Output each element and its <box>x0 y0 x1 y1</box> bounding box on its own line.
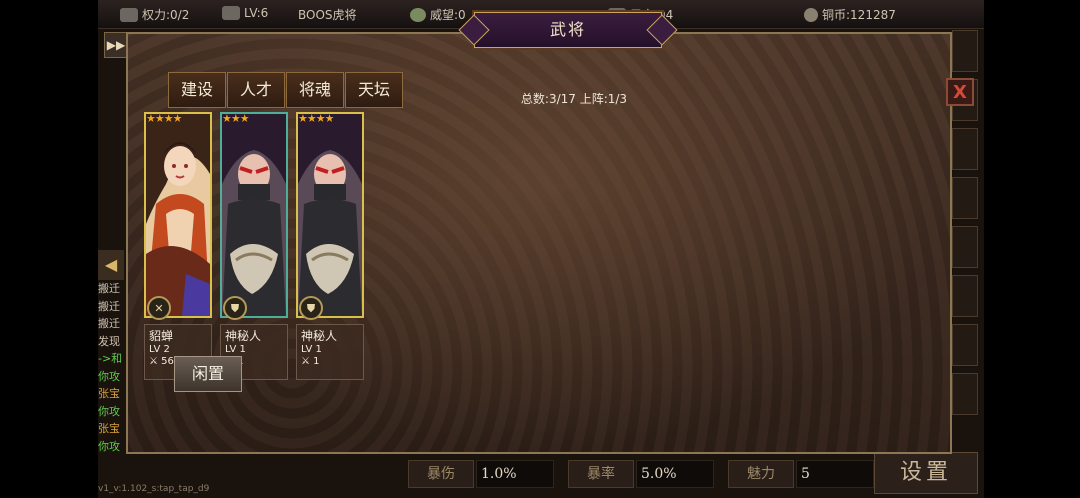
right-menu-slot[interactable] <box>952 373 978 415</box>
general-summary: 总数:3/17 上阵:1/3 <box>520 92 628 106</box>
right-menu-slot[interactable] <box>952 30 978 72</box>
prestige-stat: 威望:0 <box>410 6 466 23</box>
crossed-swords-icon: ⚔ <box>301 356 314 367</box>
hero-name: 神秘人 <box>301 329 338 343</box>
settings-button[interactable]: 设置 <box>874 452 978 494</box>
hero-name: 神秘人 <box>225 329 262 343</box>
tab-altar[interactable]: 天坛 <box>345 72 403 108</box>
battle-log: 搬迁 搬迁 搬迁 发现 ->和 你攻 张宝 你攻 张宝 你攻 <box>98 280 128 470</box>
hero-stars: ★★★ <box>222 112 250 125</box>
log-line: 搬迁 <box>98 282 120 295</box>
log-line: 搬迁 <box>98 317 120 330</box>
log-line: 你攻 <box>98 369 120 383</box>
avatar-icon <box>222 6 240 20</box>
tab-talent[interactable]: 人才 <box>227 72 285 108</box>
game-screen: 权力:0/2 LV:6 BOOS虎将 威望:0 元宝:94 铜币:121287 … <box>98 0 984 498</box>
power-stat: 权力:0/2 <box>120 6 189 23</box>
dialog-tabs: 建设 人才 将魂 天坛 <box>168 72 404 108</box>
log-line: 搬迁 <box>98 299 120 313</box>
hero-stars: ★★★★ <box>298 112 334 125</box>
log-line: 张宝 <box>98 387 120 400</box>
hero-info: 神秘人 LV 1 ⚔ 1 <box>296 324 364 380</box>
right-menu-slot[interactable] <box>952 128 978 170</box>
right-menu-slot[interactable] <box>952 275 978 317</box>
log-line: ->和 <box>98 352 123 365</box>
coin-icon <box>804 8 818 22</box>
tab-build[interactable]: 建设 <box>168 72 226 108</box>
right-menu-slot[interactable] <box>952 226 978 268</box>
collapse-arrow-icon[interactable]: ◀ <box>98 250 124 280</box>
hero-stars: ★★★★ <box>146 112 182 125</box>
rank-stat: BOOS虎将 <box>298 8 357 22</box>
yin-yang-icon <box>410 8 426 22</box>
hero-name: 貂蝉 <box>149 329 174 343</box>
hero-card[interactable]: ★★★★ ⛊ 神秘人 LV 1 ⚔ 1 <box>296 112 364 380</box>
dialog-title: 武将 <box>474 12 662 48</box>
shield-class-icon: ⛊ <box>223 296 247 320</box>
attribute-bar: 暴伤 1.0% 暴率 5.0% 魅力 5 <box>408 456 874 490</box>
tab-soul[interactable]: 将魂 <box>286 72 344 108</box>
copper-stat: 铜币:121287 <box>804 6 896 23</box>
hero-portrait <box>296 112 364 318</box>
hero-portrait <box>144 112 212 318</box>
hero-card[interactable]: ★★★★ ✕ 貂蝉 LV 2 ⚔ 56 <box>144 112 212 380</box>
close-button[interactable]: X <box>946 78 974 106</box>
log-line: 你攻 <box>98 439 120 453</box>
shield-class-icon: ⛊ <box>299 296 323 320</box>
log-line: 你攻 <box>98 404 120 418</box>
right-menu-slot[interactable] <box>952 177 978 219</box>
level-stat: LV:6 <box>222 6 268 20</box>
flag-icon <box>120 8 138 22</box>
hero-level: LV 1 <box>225 344 246 355</box>
fast-forward-button[interactable]: ▶▶ <box>104 32 128 58</box>
sword-class-icon: ✕ <box>147 296 171 320</box>
crossed-swords-icon: ⚔ <box>149 356 162 367</box>
hero-level: LV 2 <box>149 344 170 355</box>
hero-power: ⚔ 1 <box>301 356 320 367</box>
log-line: 发现 <box>98 334 120 348</box>
log-line: 张宝 <box>98 422 120 435</box>
generals-dialog: 建设 人才 将魂 天坛 总数:3/17 上阵:1/3 X ★★★★ ✕ 貂蝉 L… <box>126 32 974 454</box>
hero-card[interactable]: ★★★ ⛊ 神秘人 LV 1 ⚔ 1 <box>220 112 288 380</box>
hero-portrait <box>220 112 288 318</box>
idle-button[interactable]: 闲置 <box>174 356 242 392</box>
right-menu-slot[interactable] <box>952 324 978 366</box>
hero-level: LV 1 <box>301 344 322 355</box>
version-label: v1_v:1.102_s:tap_tap_d9 <box>98 484 210 494</box>
